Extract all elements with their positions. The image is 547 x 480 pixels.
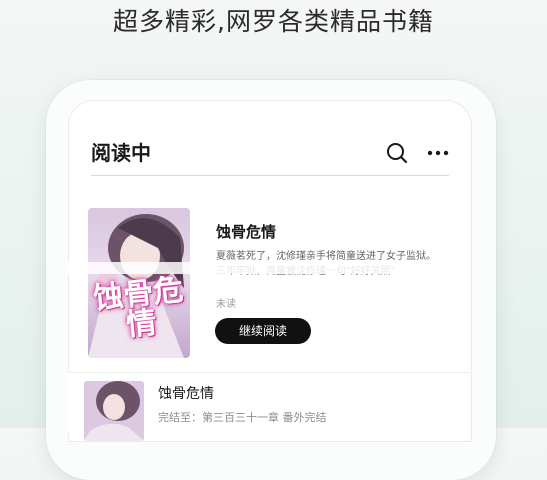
book-list: 蚀骨危情 完结至：第三百三十一章 番外完结 bbox=[68, 372, 470, 441]
page-title: 阅读中 bbox=[91, 141, 151, 165]
more-dots-icon[interactable] bbox=[426, 143, 450, 163]
book-title[interactable]: 蚀骨危情 bbox=[216, 221, 276, 242]
book-cover[interactable]: 蚀骨危情 bbox=[88, 208, 190, 358]
cover-title-art: 蚀骨危情 bbox=[91, 272, 185, 344]
continue-reading-button[interactable]: 继续阅读 bbox=[215, 318, 311, 344]
header-divider bbox=[91, 175, 449, 176]
headline: 超多精彩,网罗各类精品书籍 bbox=[113, 7, 434, 36]
list-book-cover[interactable] bbox=[84, 381, 144, 441]
list-item-title[interactable]: 蚀骨危情 bbox=[158, 383, 214, 403]
list-item-progress: 完结至：第三百三十一章 番外完结 bbox=[158, 411, 327, 424]
read-status: 未读 bbox=[216, 299, 236, 310]
fade-overlay bbox=[68, 262, 470, 274]
list-cover-illustration bbox=[84, 381, 144, 441]
search-icon[interactable] bbox=[385, 141, 409, 165]
